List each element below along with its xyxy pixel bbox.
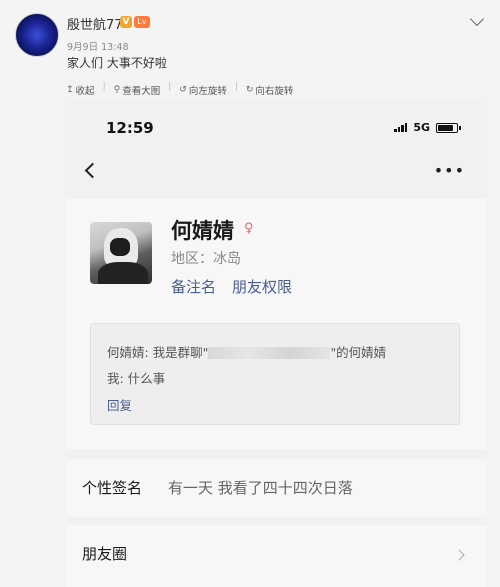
contact-region: 地区：冰岛: [171, 251, 241, 267]
post-time: 9月9日 13:48: [67, 42, 129, 53]
view-large-label: 查看大图: [122, 86, 161, 97]
status-time: 12:59: [106, 119, 154, 137]
moments-label: 朋友圈: [82, 545, 128, 563]
post-header: 殷世航77 V Lv 9月9日 13:48 家人们 大事不好啦: [0, 0, 500, 76]
moments-row[interactable]: 朋友圈: [66, 525, 487, 587]
request-message-prefix: 何婧婧: 我是群聊": [107, 345, 209, 360]
avatar[interactable]: [15, 13, 59, 57]
my-reply-message: 我: 什么事: [107, 371, 166, 386]
contact-actions: 备注名 朋友权限: [171, 276, 292, 297]
rotate-left-button[interactable]: ↺ 向左旋转: [179, 82, 227, 98]
rotate-right-button[interactable]: ↻ 向右旋转: [246, 82, 294, 98]
status-bar-right: 5G: [394, 121, 461, 134]
post-image[interactable]: 12:59 5G ••• 何婧婧 ♀ 地区：冰岛 备注名 朋友权限 何婧婧: 我…: [66, 99, 487, 587]
toolbar-divider: |: [168, 82, 172, 92]
signature-value: 有一天 我看了四十四次日落: [168, 479, 353, 497]
back-icon[interactable]: [84, 162, 101, 179]
rotate-right-icon: ↻: [245, 85, 254, 95]
contact-card: 何婧婧 ♀ 地区：冰岛 备注名 朋友权限 何婧婧: 我是群聊" "的何婧婧 我: …: [66, 199, 487, 449]
view-large-button[interactable]: ⚲ 查看大图: [114, 82, 161, 98]
contact-avatar[interactable]: [90, 222, 152, 284]
post-text: 家人们 大事不好啦: [67, 56, 167, 70]
network-label: 5G: [413, 121, 430, 134]
rotate-left-label: 向左旋转: [188, 86, 227, 97]
friend-request-box: 何婧婧: 我是群聊" "的何婧婧 我: 什么事 回复: [90, 323, 460, 425]
vip-badge-icon: V: [120, 16, 132, 28]
rotate-right-label: 向右旋转: [255, 86, 294, 97]
username[interactable]: 殷世航77: [67, 14, 123, 33]
toolbar-divider: |: [234, 82, 238, 92]
more-icon[interactable]: •••: [434, 161, 465, 180]
rotate-left-icon: ↺: [179, 85, 187, 95]
weibo-post: 殷世航77 V Lv 9月9日 13:48 家人们 大事不好啦 ↥ 收起 | ⚲…: [0, 0, 500, 587]
female-icon: ♀: [244, 221, 254, 236]
signal-icon: [394, 123, 408, 132]
reply-link[interactable]: 回复: [107, 395, 132, 414]
battery-icon: [436, 122, 458, 133]
toolbar-divider: |: [102, 82, 106, 92]
request-message-suffix: "的何婧婧: [330, 345, 387, 360]
collapse-icon: ↥: [66, 85, 74, 95]
signature-label: 个性签名: [82, 479, 143, 497]
collapse-button[interactable]: ↥ 收起: [66, 82, 95, 98]
collapse-label: 收起: [75, 86, 95, 97]
image-toolbar: ↥ 收起 | ⚲ 查看大图 | ↺ 向左旋转 | ↻ 向右旋转: [66, 82, 293, 98]
remark-link[interactable]: 备注名: [171, 276, 216, 297]
request-message: 何婧婧: 我是群聊" "的何婧婧: [107, 342, 386, 361]
friend-permission-link[interactable]: 朋友权限: [232, 276, 292, 297]
redacted-group-name: [208, 347, 331, 359]
signature-row: 个性签名 有一天 我看了四十四次日落: [66, 459, 487, 517]
chevron-right-icon: [453, 549, 465, 561]
search-icon: ⚲: [113, 85, 121, 95]
battery-tip: [459, 125, 461, 130]
chevron-down-icon[interactable]: [469, 11, 485, 27]
level-badge-icon: Lv: [134, 16, 150, 28]
contact-name: 何婧婧: [171, 219, 234, 243]
